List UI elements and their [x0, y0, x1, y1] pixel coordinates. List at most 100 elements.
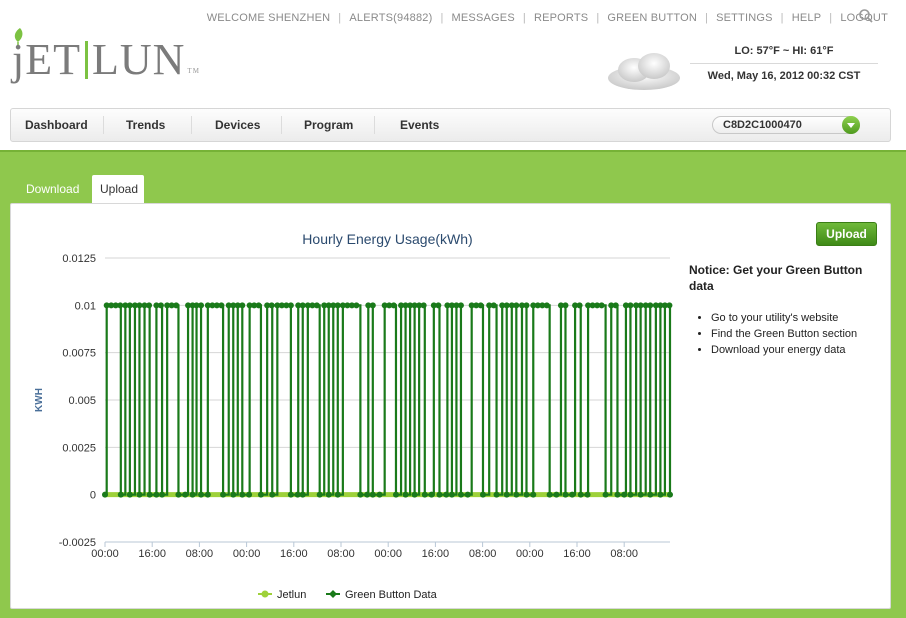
nav-divider — [191, 116, 192, 134]
x-tick-label: 08:00 — [469, 548, 497, 560]
data-point — [204, 491, 211, 498]
data-point — [420, 302, 427, 309]
main-nav: Dashboard Trends Devices Program Events … — [10, 108, 891, 142]
weather-widget: LO: 57°F ~ HI: 61°F Wed, May 16, 2012 00… — [690, 40, 878, 82]
x-tick-label: 00:00 — [233, 548, 261, 560]
top-link-separator: | — [596, 12, 600, 24]
data-point — [198, 491, 205, 498]
data-point — [146, 491, 153, 498]
data-point — [239, 491, 246, 498]
top-link-separator: | — [780, 12, 784, 24]
data-point — [182, 491, 189, 498]
data-point — [598, 302, 605, 309]
top-link-separator: | — [522, 12, 526, 24]
current-datetime: Wed, May 16, 2012 00:32 CST — [707, 70, 861, 82]
nav-program[interactable]: Program — [304, 109, 353, 141]
data-point — [523, 491, 530, 498]
data-point — [159, 491, 166, 498]
y-tick-label: 0.0025 — [62, 442, 96, 454]
data-point — [667, 491, 673, 498]
data-point — [287, 491, 294, 498]
y-tick-label: 0.0125 — [62, 253, 96, 265]
upload-button[interactable]: Upload — [816, 222, 877, 246]
data-point — [316, 491, 323, 498]
data-point — [369, 491, 376, 498]
top-link-reports[interactable]: REPORTS — [534, 12, 588, 24]
legend-marker-green-button — [329, 590, 337, 598]
data-point — [153, 491, 160, 498]
top-link-separator: | — [440, 12, 444, 24]
device-select[interactable]: C8D2C1000470 — [712, 116, 860, 134]
data-point — [136, 491, 143, 498]
x-tick-label: 08:00 — [186, 548, 214, 560]
data-point — [562, 302, 569, 309]
data-point — [657, 491, 664, 498]
notice-item: Download your energy data — [711, 342, 869, 358]
data-point — [175, 491, 182, 498]
data-point — [647, 302, 654, 309]
data-point — [268, 302, 275, 309]
nav-divider — [281, 116, 282, 134]
chevron-down-icon[interactable] — [842, 116, 860, 134]
data-point — [490, 302, 497, 309]
data-point — [562, 491, 569, 498]
data-point — [421, 491, 428, 498]
top-link-separator: | — [705, 12, 709, 24]
data-point — [220, 491, 227, 498]
data-point — [230, 491, 237, 498]
nav-dashboard[interactable]: Dashboard — [25, 109, 88, 141]
jetlun-logo[interactable]: jET LUN TM — [10, 26, 210, 86]
data-point — [576, 302, 583, 309]
data-point — [457, 491, 464, 498]
data-point — [621, 491, 628, 498]
data-point — [334, 491, 341, 498]
logo-text-right: LUN — [91, 35, 186, 84]
top-link-welcome-shenzhen: WELCOME SHENZHEN — [206, 12, 331, 24]
top-link-messages[interactable]: MESSAGES — [452, 12, 515, 24]
top-link-settings[interactable]: SETTINGS — [716, 12, 773, 24]
tab-upload[interactable]: Upload — [92, 175, 144, 204]
x-tick-label: 08:00 — [327, 548, 355, 560]
data-point — [457, 302, 464, 309]
data-point — [299, 491, 306, 498]
x-tick-label: 16:00 — [138, 548, 166, 560]
legend-label-green-button: Green Button Data — [345, 589, 438, 601]
x-tick-label: 16:00 — [563, 548, 591, 560]
nav-devices[interactable]: Devices — [215, 109, 260, 141]
tab-download[interactable]: Download — [18, 175, 87, 204]
data-point — [477, 302, 484, 309]
x-tick-label: 00:00 — [516, 548, 544, 560]
data-point — [627, 302, 634, 309]
top-link-green-button[interactable]: GREEN BUTTON — [607, 12, 697, 24]
y-tick-label: 0.01 — [75, 300, 96, 312]
top-link-help[interactable]: HELP — [792, 12, 822, 24]
nav-divider — [374, 116, 375, 134]
data-point — [614, 491, 621, 498]
search-icon[interactable] — [858, 8, 874, 24]
logo-divider — [84, 41, 88, 79]
data-point — [313, 302, 320, 309]
data-point — [287, 302, 294, 309]
top-link-alerts[interactable]: ALERTS(94882) — [349, 12, 432, 24]
data-point — [246, 491, 253, 498]
data-point — [376, 491, 383, 498]
data-point — [353, 302, 360, 309]
y-tick-label: 0.0075 — [62, 348, 96, 360]
data-point — [117, 491, 124, 498]
top-links: WELCOME SHENZHEN | ALERTS(94882) | MESSAGES |… — [207, 12, 888, 24]
nav-events[interactable]: Events — [400, 109, 439, 141]
data-point — [513, 491, 520, 498]
logo-wordmark: jET LUN TM — [12, 34, 200, 85]
data-point — [443, 491, 450, 498]
data-point — [637, 491, 644, 498]
data-point — [543, 302, 550, 309]
data-point — [157, 302, 164, 309]
data-point — [666, 302, 673, 309]
data-point — [503, 491, 510, 498]
notice-box: Notice: Get your Green Button data Go to… — [689, 262, 869, 358]
x-tick-label: 16:00 — [280, 548, 308, 560]
data-point — [402, 491, 409, 498]
nav-trends[interactable]: Trends — [126, 109, 165, 141]
logo-text-left: jET — [12, 35, 81, 84]
notice-item: Go to your utility's website — [711, 310, 869, 326]
